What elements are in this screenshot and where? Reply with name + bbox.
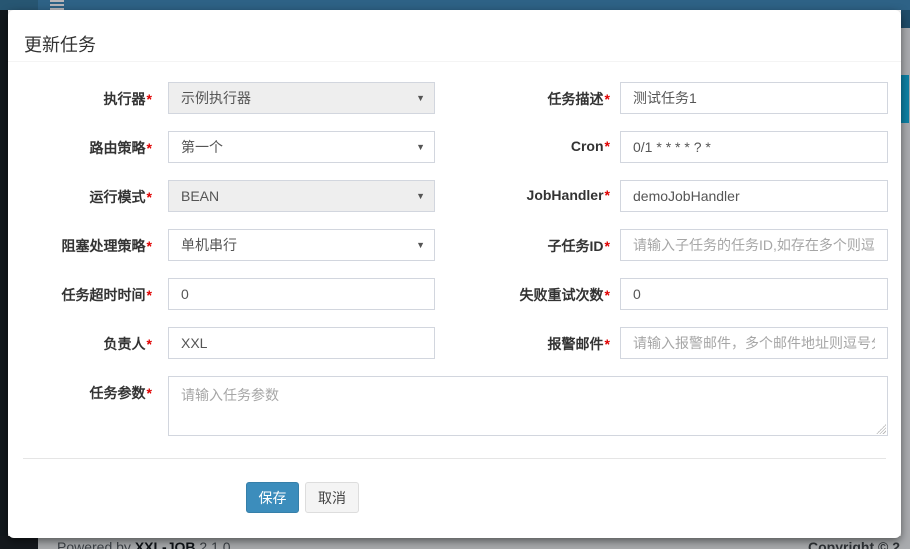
block-strategy-select[interactable]: 单机串行 ▼ — [168, 229, 435, 261]
timeout-input[interactable] — [168, 278, 435, 310]
form-row: 任务超时时间* 失败重试次数* — [8, 278, 901, 310]
form-row: 执行器* 示例执行器 ▼ 任务描述* — [8, 82, 901, 114]
form-row: 任务参数* — [8, 376, 901, 436]
required-mark: * — [604, 336, 610, 352]
required-mark: * — [604, 287, 610, 303]
job-param-label: 任务参数* — [8, 383, 152, 403]
required-mark: * — [146, 189, 152, 205]
child-jobid-label: 子任务ID* — [443, 236, 610, 256]
required-mark: * — [604, 238, 610, 254]
chevron-down-icon: ▼ — [416, 230, 425, 260]
chevron-down-icon: ▼ — [416, 83, 425, 113]
required-mark: * — [146, 238, 152, 254]
job-desc-input[interactable] — [620, 82, 888, 114]
child-jobid-input[interactable] — [620, 229, 888, 261]
form-divider — [23, 458, 886, 459]
alarm-email-input[interactable] — [620, 327, 888, 359]
form-row: 运行模式* BEAN ▼ JobHandler* — [8, 180, 901, 212]
job-param-textarea[interactable] — [168, 376, 888, 436]
executor-select: 示例执行器 ▼ — [168, 82, 435, 114]
scrollbar-top-corner — [901, 10, 910, 28]
executor-label: 执行器* — [8, 89, 152, 109]
modal-header: 更新任务 — [8, 10, 901, 62]
required-mark: * — [604, 91, 610, 107]
glue-type-selected-value: BEAN — [181, 188, 219, 204]
save-button[interactable]: 保存 — [246, 482, 299, 513]
required-mark: * — [604, 138, 610, 154]
update-task-modal: 更新任务 执行器* 示例执行器 ▼ 任务描述* 路由策略* 第一个 ▼ Cron* 运行模式* B… — [8, 10, 901, 538]
block-strategy-label: 阻塞处理策略* — [8, 236, 152, 256]
job-handler-input[interactable] — [620, 180, 888, 212]
modal-title: 更新任务 — [24, 31, 96, 57]
alarm-email-label: 报警邮件* — [443, 334, 610, 354]
fail-retry-input[interactable] — [620, 278, 888, 310]
cron-label: Cron* — [443, 138, 610, 154]
route-strategy-label: 路由策略* — [8, 138, 152, 158]
fail-retry-label: 失败重试次数* — [443, 285, 610, 305]
powered-by-text: Powered by XXL-JOB 2.1.0 — [57, 539, 231, 549]
required-mark: * — [146, 336, 152, 352]
glue-type-select: BEAN ▼ — [168, 180, 435, 212]
update-task-form: 执行器* 示例执行器 ▼ 任务描述* 路由策略* 第一个 ▼ Cron* 运行模式* BEAN ▼ J… — [8, 62, 901, 436]
route-strategy-select[interactable]: 第一个 ▼ — [168, 131, 435, 163]
chevron-down-icon: ▼ — [416, 132, 425, 162]
resize-grip-icon[interactable] — [876, 424, 886, 434]
required-mark: * — [146, 140, 152, 156]
required-mark: * — [146, 287, 152, 303]
timeout-label: 任务超时时间* — [8, 285, 152, 305]
required-mark: * — [146, 385, 152, 401]
form-row: 负责人* 报警邮件* — [8, 327, 901, 359]
job-handler-label: JobHandler* — [443, 187, 610, 203]
page-scrollbar[interactable] — [901, 10, 910, 549]
navbar-logo-area — [0, 0, 38, 10]
brand-text: XXL-JOB — [135, 539, 196, 549]
author-label: 负责人* — [8, 334, 152, 354]
form-row: 阻塞处理策略* 单机串行 ▼ 子任务ID* — [8, 229, 901, 261]
required-mark: * — [146, 91, 152, 107]
required-mark: * — [604, 187, 610, 203]
page: Powered by XXL-JOB 2.1.0 Copyright © 2 更… — [0, 0, 910, 549]
cron-input[interactable] — [620, 131, 888, 163]
route-strategy-selected-value: 第一个 — [181, 139, 223, 155]
glue-type-label: 运行模式* — [8, 187, 152, 207]
cancel-button[interactable]: 取消 — [305, 482, 359, 513]
chevron-down-icon: ▼ — [416, 181, 425, 211]
copyright-text: Copyright © 2 — [808, 539, 900, 549]
form-row: 路由策略* 第一个 ▼ Cron* — [8, 131, 901, 163]
scrollbar-thumb[interactable] — [901, 75, 909, 123]
hamburger-icon[interactable] — [50, 0, 64, 10]
job-desc-label: 任务描述* — [443, 89, 610, 109]
block-strategy-selected-value: 单机串行 — [181, 237, 237, 253]
executor-selected-value: 示例执行器 — [181, 90, 251, 106]
author-input[interactable] — [168, 327, 435, 359]
top-navbar — [0, 0, 910, 10]
sidebar-edge — [0, 10, 8, 538]
